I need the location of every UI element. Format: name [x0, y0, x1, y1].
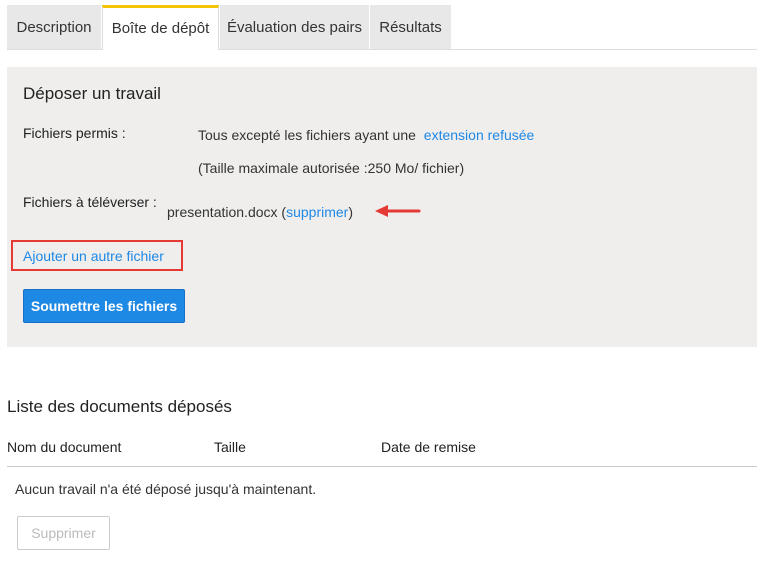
tab-results[interactable]: Résultats	[370, 5, 451, 49]
max-size-text: (Taille maximale autorisée :250 Mo/ fich…	[198, 160, 465, 176]
files-to-upload-label: Fichiers à téléverser :	[23, 194, 157, 210]
submit-files-button[interactable]: Soumettre les fichiers	[23, 289, 185, 323]
left-arrow-icon	[375, 205, 421, 217]
upload-panel: Déposer un travail Fichiers permis : Tou…	[7, 67, 757, 347]
selected-file: presentation.docx (supprimer)	[167, 204, 353, 220]
upload-title: Déposer un travail	[23, 84, 161, 103]
tab-peer-review[interactable]: Évaluation des pairs	[220, 5, 369, 49]
add-another-file-link[interactable]: Ajouter un autre fichier	[23, 248, 164, 264]
allowed-files-value: Tous excepté les fichiers ayant une exte…	[198, 127, 534, 143]
delete-button[interactable]: Supprimer	[17, 516, 110, 550]
tab-bar: Description Boîte de dépôt Évaluation de…	[7, 5, 757, 50]
close-paren: )	[348, 204, 354, 220]
column-header-date: Date de remise	[381, 439, 476, 455]
empty-list-message: Aucun travail n'a été déposé jusqu'à mai…	[15, 481, 317, 497]
tab-description[interactable]: Description	[7, 5, 101, 49]
file-name: presentation.docx	[167, 204, 278, 220]
add-file-highlight-box: Ajouter un autre fichier	[11, 240, 183, 271]
refused-extension-link[interactable]: extension refusée	[424, 127, 535, 143]
documents-list-title: Liste des documents déposés	[7, 397, 232, 416]
remove-file-link[interactable]: supprimer	[286, 204, 348, 220]
tab-drop-box[interactable]: Boîte de dépôt	[102, 5, 219, 50]
allowed-files-text: Tous excepté les fichiers ayant une	[198, 127, 416, 143]
table-divider	[7, 466, 757, 467]
column-header-size: Taille	[214, 439, 246, 455]
allowed-files-label: Fichiers permis :	[23, 125, 126, 141]
page: Description Boîte de dépôt Évaluation de…	[0, 0, 767, 567]
column-header-name: Nom du document	[7, 439, 122, 455]
